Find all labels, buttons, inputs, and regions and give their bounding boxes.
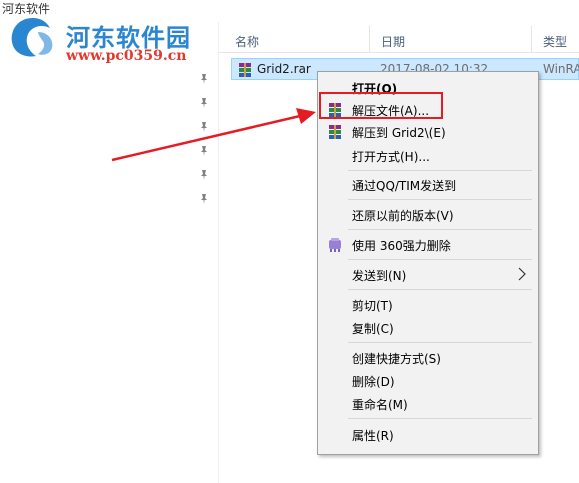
menu-item-label: 剪切(T) <box>352 299 393 313</box>
menu-item-cut[interactable]: 剪切(T) <box>318 294 538 316</box>
file-type: WinRA <box>543 62 579 76</box>
file-name: Grid2.rar <box>257 62 311 76</box>
pin-icon[interactable] <box>198 73 210 85</box>
menu-separator <box>348 289 532 290</box>
menu-item-rename[interactable]: 重命名(M) <box>318 393 538 415</box>
menu-separator <box>348 170 532 171</box>
pin-icon[interactable] <box>198 145 210 157</box>
menu-item-open-with[interactable]: 打开方式(H)... <box>318 145 538 167</box>
menu-item-restore-previous-versions[interactable]: 还原以前的版本(V) <box>318 204 538 226</box>
menu-item-360-force-delete[interactable]: 使用 360强力删除 <box>318 234 538 256</box>
menu-item-label: 通过QQ/TIM发送到 <box>352 179 457 193</box>
pin-icon[interactable] <box>198 169 210 181</box>
menu-item-create-shortcut[interactable]: 创建快捷方式(S) <box>318 347 538 369</box>
menu-item-label: 使用 360强力删除 <box>352 239 451 253</box>
menu-separator <box>348 259 532 260</box>
menu-item-label: 解压到 Grid2\(E) <box>352 126 446 140</box>
column-header-name[interactable]: 名称 <box>235 33 259 50</box>
column-header-date[interactable]: 日期 <box>381 33 405 50</box>
menu-item-label: 发送到(N) <box>352 269 407 283</box>
menu-item-label: 删除(D) <box>352 375 395 389</box>
winrar-icon <box>329 125 341 139</box>
menu-separator <box>348 229 532 230</box>
menu-item-send-via-qq[interactable]: 通过QQ/TIM发送到 <box>318 174 538 196</box>
menu-separator <box>348 418 532 419</box>
context-menu: 打开(O) 解压文件(A)... 解压到 Grid2\(E) 打开方式(H)..… <box>317 71 539 455</box>
menu-item-label: 属性(R) <box>352 429 394 443</box>
winrar-archive-icon <box>239 63 251 77</box>
menu-item-label: 重命名(M) <box>352 398 408 412</box>
menu-item-label: 还原以前的版本(V) <box>352 209 454 223</box>
menu-item-extract-to-folder[interactable]: 解压到 Grid2\(E) <box>318 121 538 143</box>
annotation-highlight-box <box>319 92 443 119</box>
menu-item-label: 创建快捷方式(S) <box>352 352 441 366</box>
menu-separator <box>348 199 532 200</box>
column-header-row: 名称 日期 类型 <box>219 26 579 53</box>
360-shredder-icon <box>329 238 341 252</box>
menu-item-label: 打开方式(H)... <box>352 150 430 164</box>
menu-item-label: 复制(C) <box>352 322 394 336</box>
pin-icon[interactable] <box>198 121 210 133</box>
menu-separator <box>348 342 532 343</box>
column-header-type[interactable]: 类型 <box>543 33 567 50</box>
navigation-pane <box>0 22 219 483</box>
menu-item-send-to[interactable]: 发送到(N) <box>318 264 538 286</box>
chevron-right-icon <box>518 267 526 281</box>
menu-item-delete[interactable]: 删除(D) <box>318 370 538 392</box>
column-divider[interactable] <box>531 26 532 52</box>
menu-item-copy[interactable]: 复制(C) <box>318 317 538 339</box>
pin-icon[interactable] <box>198 97 210 109</box>
pin-icon[interactable] <box>198 193 210 205</box>
column-divider[interactable] <box>369 26 370 52</box>
menu-item-properties[interactable]: 属性(R) <box>318 424 538 446</box>
